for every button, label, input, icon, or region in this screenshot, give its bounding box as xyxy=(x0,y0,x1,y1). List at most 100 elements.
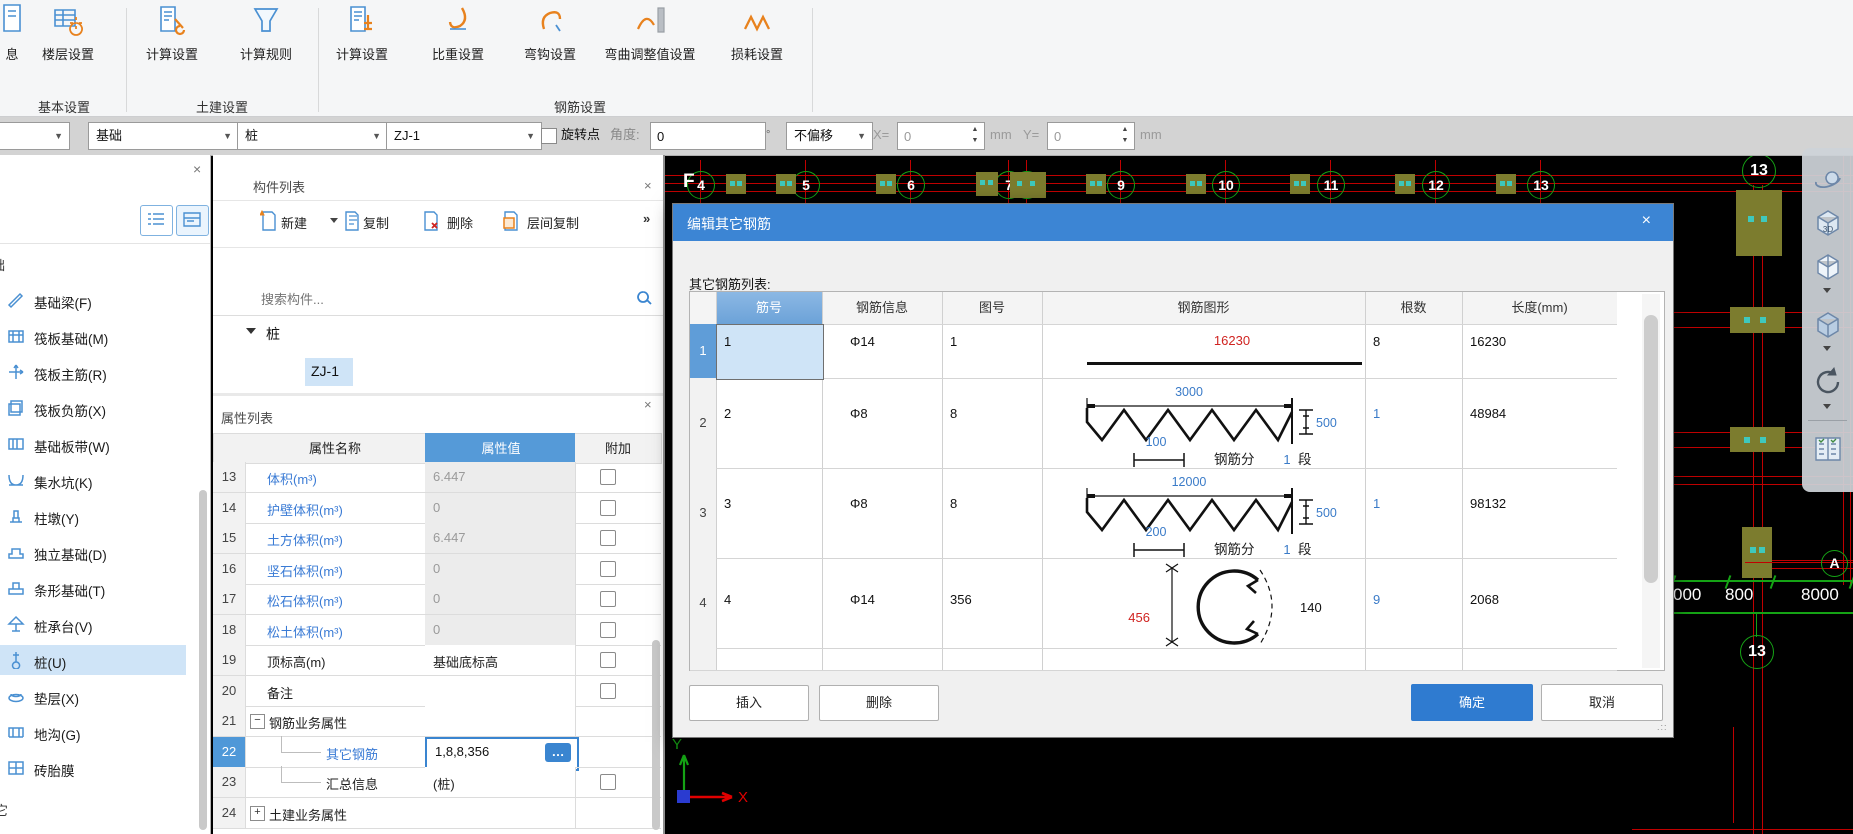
copy-button[interactable]: 复制 xyxy=(339,206,401,236)
card-view-button[interactable] xyxy=(176,205,209,236)
property-value-cell[interactable] xyxy=(425,706,576,737)
x-offset-stepper[interactable]: ▲▼ xyxy=(897,122,985,150)
tree-item-zj1[interactable]: ZJ-1 xyxy=(305,358,353,386)
property-name-cell[interactable]: 松土体积(m³) xyxy=(245,615,426,646)
new-button[interactable]: 新建 xyxy=(256,206,318,236)
sidebar-item-柱墩(Y)[interactable]: 柱墩(Y) xyxy=(0,501,200,531)
view-tool-wireframe-box-icon[interactable] xyxy=(1810,248,1846,284)
offset-combo[interactable]: 不偏移 ▼ xyxy=(786,122,873,150)
cell-jinhao[interactable]: 3 xyxy=(724,496,731,511)
y-offset-stepper[interactable]: ▲▼ xyxy=(1047,122,1135,150)
cell-rebar-info[interactable]: Φ14 xyxy=(850,334,875,349)
cell-count[interactable]: 8 xyxy=(1373,334,1380,349)
property-name-cell[interactable]: 汇总信息 xyxy=(245,766,426,798)
property-value-cell[interactable]: 1,8,8,356… xyxy=(425,737,579,771)
cell-tuhao[interactable]: 8 xyxy=(950,406,957,421)
search-input[interactable] xyxy=(259,286,633,312)
property-value-cell[interactable]: (桩) xyxy=(425,767,576,798)
cell-count[interactable]: 1 xyxy=(1373,496,1380,511)
property-value-cell[interactable]: 6.447 xyxy=(425,523,576,554)
sidebar-item-桩承台(V)[interactable]: 桩承台(V) xyxy=(0,609,200,639)
cell-tuhao[interactable]: 356 xyxy=(950,592,972,607)
sidebar-item-桩(U)[interactable]: 桩(U) xyxy=(0,645,200,675)
tree-expander-icon[interactable] xyxy=(246,328,256,339)
property-name-cell[interactable]: − 钢筋业务属性 xyxy=(245,706,426,737)
cell-length[interactable]: 98132 xyxy=(1470,496,1506,511)
sidebar-item-筏板主筋(R)[interactable]: 筏板主筋(R) xyxy=(0,357,200,387)
extra-checkbox[interactable] xyxy=(600,683,616,699)
sidebar-item-砖胎膜[interactable]: 砖胎膜 xyxy=(0,753,200,783)
property-value-cell[interactable]: 0 xyxy=(425,584,576,615)
angle-input[interactable] xyxy=(650,122,766,150)
ellipsis-button[interactable]: … xyxy=(545,743,571,762)
cell-rebar-info[interactable]: Φ8 xyxy=(850,496,868,511)
cell-rebar-info[interactable]: Φ14 xyxy=(850,592,875,607)
cell-jinhao[interactable]: 1 xyxy=(724,334,731,349)
sidebar-item-集水坑(K)[interactable]: 集水坑(K) xyxy=(0,465,200,495)
extra-checkbox[interactable] xyxy=(600,591,616,607)
chevron-down-icon[interactable] xyxy=(1823,288,1831,297)
cell-rebar-info[interactable]: Φ8 xyxy=(850,406,868,421)
column-header[interactable]: 钢筋信息 xyxy=(822,292,942,324)
property-value-cell[interactable]: 0 xyxy=(425,554,576,585)
cell-length[interactable]: 48984 xyxy=(1470,406,1506,421)
cell-jinhao[interactable]: 2 xyxy=(724,406,731,421)
column-header[interactable]: 筋号 xyxy=(716,292,822,324)
stepper-arrows-icon[interactable]: ▲ ▼ xyxy=(969,124,981,146)
scrollbar-thumb[interactable] xyxy=(652,640,660,830)
cell-jinhao[interactable]: 4 xyxy=(724,592,731,607)
property-value-cell[interactable]: 0 xyxy=(425,615,576,646)
property-name-cell[interactable]: 顶标高(m) xyxy=(245,645,426,676)
property-name-cell[interactable]: 备注 xyxy=(245,676,426,707)
ok-button[interactable]: 确定 xyxy=(1411,684,1533,721)
property-value-cell[interactable]: 基础底标高 xyxy=(425,645,576,676)
blank-combo[interactable]: ▼ xyxy=(0,122,70,150)
cancel-button[interactable]: 取消 xyxy=(1541,684,1663,721)
delete-button[interactable]: 删除 xyxy=(819,685,939,721)
interlayer-copy-button[interactable]: 层间复制 xyxy=(498,206,606,236)
sidebar-item-筏板基础(M)[interactable]: 筏板基础(M) xyxy=(0,321,200,351)
dialog-titlebar[interactable]: 编辑其它钢筋 × xyxy=(673,204,1673,241)
property-name-cell[interactable]: 松石体积(m³) xyxy=(245,584,426,615)
extra-checkbox[interactable] xyxy=(600,652,616,668)
sidebar-item-基础梁(F)[interactable]: 基础梁(F) xyxy=(0,285,200,315)
property-name-cell[interactable]: 其它钢筋 xyxy=(245,736,426,768)
close-icon[interactable]: × xyxy=(1642,212,1651,230)
property-value-cell[interactable] xyxy=(425,798,576,829)
cell-length[interactable]: 2068 xyxy=(1470,592,1499,607)
view-tool-view-3d-icon[interactable]: 3D xyxy=(1810,204,1846,240)
extra-checkbox[interactable] xyxy=(600,469,616,485)
extra-checkbox[interactable] xyxy=(600,561,616,577)
column-header[interactable]: 长度(mm) xyxy=(1462,292,1617,324)
tree-parent-pile[interactable]: 桩 xyxy=(266,324,280,344)
column-header[interactable]: 图号 xyxy=(942,292,1042,324)
list-view-button[interactable] xyxy=(140,205,173,236)
close-icon[interactable]: × xyxy=(644,178,652,193)
overflow-icon[interactable]: » xyxy=(643,211,650,226)
close-icon[interactable]: × xyxy=(644,397,652,412)
chevron-down-icon[interactable] xyxy=(1823,346,1831,355)
collapse-icon[interactable]: − xyxy=(250,714,265,729)
extra-checkbox[interactable] xyxy=(600,530,616,546)
sidebar-item-垫层(X)[interactable]: 垫层(X) xyxy=(0,681,200,711)
module-combo[interactable]: 基础 ▼ xyxy=(88,122,239,150)
search-box[interactable] xyxy=(213,282,663,316)
scrollbar-thumb[interactable] xyxy=(199,490,207,830)
stepper-arrows-icon[interactable]: ▲ ▼ xyxy=(1119,124,1131,146)
column-header[interactable]: 钢筋图形 xyxy=(1042,292,1365,324)
sidebar-item-地沟(G)[interactable]: 地沟(G) xyxy=(0,717,200,747)
member-combo[interactable]: ZJ-1 ▼ xyxy=(386,122,542,150)
chevron-down-icon[interactable] xyxy=(1823,404,1831,413)
delete-button[interactable]: 删除 xyxy=(418,206,480,236)
resize-grip[interactable]: .:: xyxy=(1657,722,1669,734)
sidebar-item-独立基础(D)[interactable]: 独立基础(D) xyxy=(0,537,200,567)
property-value-cell[interactable]: 6.447 xyxy=(425,462,576,493)
view-tool-orbit-icon[interactable] xyxy=(1810,160,1846,196)
chevron-down-icon[interactable] xyxy=(330,218,338,227)
view-tool-solid-box-icon[interactable] xyxy=(1810,306,1846,342)
extra-checkbox[interactable] xyxy=(600,500,616,516)
sidebar-item-筏板负筋(X)[interactable]: 筏板负筋(X) xyxy=(0,393,200,423)
sidebar-item-基础板带(W)[interactable]: 基础板带(W) xyxy=(0,429,200,459)
scrollbar-thumb[interactable] xyxy=(1644,315,1658,583)
column-header[interactable]: 根数 xyxy=(1365,292,1462,324)
